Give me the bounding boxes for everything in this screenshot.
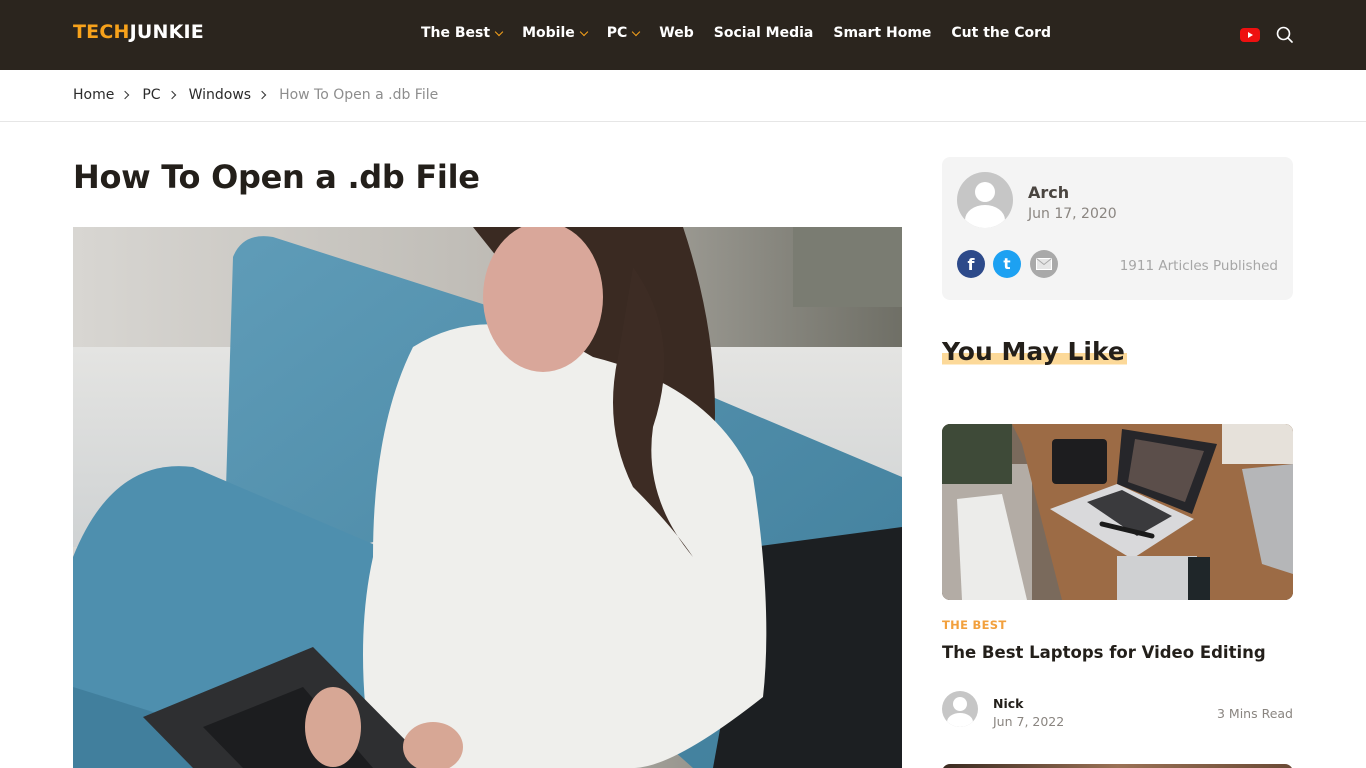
next-related-card-image[interactable]: [942, 764, 1293, 768]
chevron-right-icon: [167, 90, 176, 100]
breadcrumb-pc[interactable]: PC: [142, 87, 160, 103]
hero-image: [73, 227, 902, 768]
related-card-title[interactable]: The Best Laptops for Video Editing: [942, 643, 1266, 662]
logo-junkie: JUNKIE: [129, 21, 204, 43]
you-may-like-heading: You May Like: [942, 337, 1127, 366]
breadcrumb-current: How To Open a .db File: [279, 87, 439, 103]
main-nav: The Best Mobile PC Web Social Media Smar…: [421, 25, 1071, 41]
youtube-icon[interactable]: [1240, 28, 1260, 42]
site-header: TECHJUNKIE The Best Mobile PC Web Social…: [0, 0, 1366, 70]
related-card-author[interactable]: Nick: [993, 696, 1023, 711]
breadcrumb-bar: Home PC Windows How To Open a .db File: [0, 70, 1366, 122]
chevron-right-icon: [257, 90, 267, 100]
email-icon[interactable]: [1030, 250, 1058, 278]
related-card-date: Jun 7, 2022: [993, 714, 1065, 729]
nav-label: PC: [606, 25, 628, 41]
related-card-author-avatar[interactable]: [942, 691, 978, 727]
search-icon[interactable]: [1276, 26, 1293, 43]
logo-tech: TECH: [73, 21, 130, 43]
nav-label: Smart Home: [833, 25, 932, 41]
nav-item-mobile[interactable]: Mobile: [522, 25, 588, 41]
chevron-down-icon: [494, 27, 504, 36]
nav-item-the-best[interactable]: The Best: [421, 25, 504, 41]
nav-label: Cut the Cord: [951, 25, 1052, 41]
chevron-down-icon: [632, 27, 641, 36]
author-card: Arch Jun 17, 2020 f t 1911 Articles Publ…: [942, 157, 1293, 300]
nav-label: Web: [659, 25, 694, 41]
breadcrumb-home[interactable]: Home: [73, 87, 114, 103]
nav-item-cut-the-cord[interactable]: Cut the Cord: [951, 25, 1051, 41]
nav-label: Mobile: [522, 25, 575, 41]
related-card-read-time: 3 Mins Read: [1216, 706, 1293, 721]
facebook-icon[interactable]: f: [957, 250, 985, 278]
author-date: Jun 17, 2020: [1028, 206, 1117, 222]
chevron-right-icon: [121, 90, 130, 100]
breadcrumb-windows[interactable]: Windows: [189, 87, 252, 103]
author-name[interactable]: Arch: [1028, 183, 1069, 202]
nav-label: Social Media: [713, 25, 814, 41]
breadcrumb: Home PC Windows How To Open a .db File: [73, 87, 438, 103]
related-card-image[interactable]: [942, 424, 1293, 600]
chevron-down-icon: [579, 27, 588, 36]
site-logo[interactable]: TECHJUNKIE: [73, 21, 204, 43]
envelope-glyph: [1036, 258, 1052, 270]
hero-illustration: [73, 227, 902, 768]
twitter-icon[interactable]: t: [993, 250, 1021, 278]
author-avatar[interactable]: [957, 172, 1013, 228]
related-card-illustration: [942, 424, 1293, 600]
nav-item-web[interactable]: Web: [659, 25, 693, 41]
nav-label: The Best: [421, 25, 491, 41]
related-card-category[interactable]: THE BEST: [942, 618, 1006, 632]
nav-item-pc[interactable]: PC: [606, 25, 641, 41]
nav-item-smart-home[interactable]: Smart Home: [833, 25, 931, 41]
nav-item-social-media[interactable]: Social Media: [714, 25, 814, 41]
you-may-like-text: You May Like: [942, 337, 1127, 366]
article-title: How To Open a .db File: [73, 158, 480, 196]
articles-published-count: 1911 Articles Published: [1119, 258, 1278, 274]
